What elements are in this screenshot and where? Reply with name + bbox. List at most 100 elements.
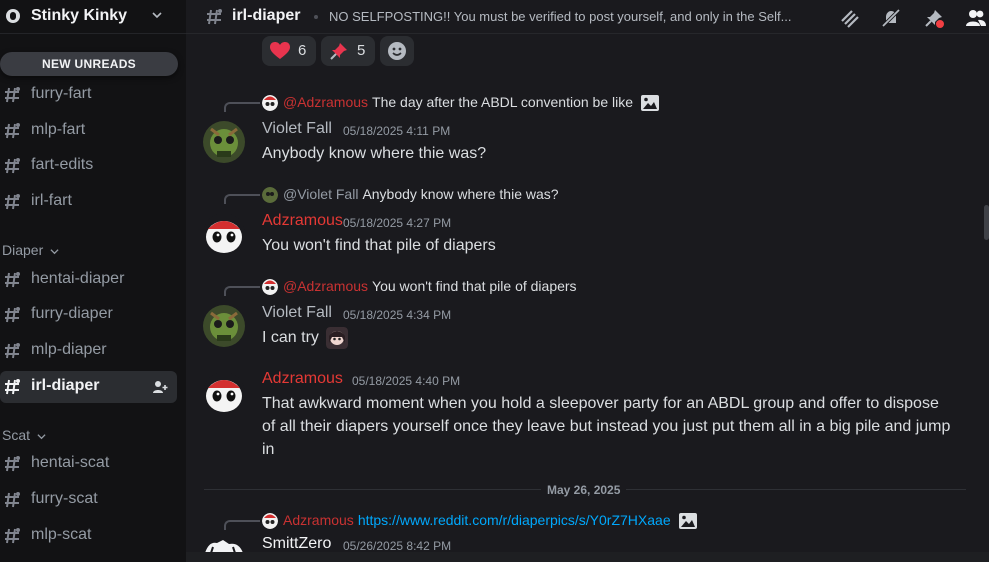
add-member-icon[interactable] — [152, 379, 168, 395]
channel-mlp-scat[interactable]: mlp-scat — [0, 520, 177, 552]
avatar — [262, 187, 278, 204]
hash-icon — [5, 492, 20, 508]
member-list-icon[interactable] — [965, 7, 987, 29]
reply-author[interactable]: @Adzramous — [283, 278, 368, 294]
mute-notifications-icon[interactable] — [880, 7, 902, 29]
channel-furry-diaper[interactable]: furry-diaper — [0, 299, 177, 331]
reply-author[interactable]: Adzramous — [283, 512, 354, 528]
category-label: Diaper — [2, 242, 44, 258]
category-scat[interactable]: Scat — [2, 427, 46, 443]
reply-preview[interactable]: @Adzramous You won't find that pile of di… — [262, 278, 577, 296]
channel-irl-diaper[interactable]: irl-diaper — [0, 371, 177, 403]
reply-connector — [224, 194, 260, 204]
pinned-messages-icon[interactable] — [923, 7, 945, 29]
reply-preview[interactable]: @Violet Fall Anybody know where thie was? — [262, 186, 559, 204]
horizontal-scroll-track — [186, 552, 989, 562]
reply-link[interactable]: https://www.reddit.com/r/diaperpics/s/Y0… — [358, 512, 671, 528]
hash-icon — [5, 272, 20, 288]
chevron-down-icon[interactable] — [152, 10, 162, 20]
message[interactable]: @Adzramous The day after the ABDL convent… — [186, 94, 976, 169]
message-timestamp: 05/18/2025 4:11 PM — [343, 124, 451, 138]
channel-mlp-fart[interactable]: mlp-fart — [0, 115, 177, 147]
channel-furry-scat[interactable]: furry-scat — [0, 484, 177, 516]
hash-icon — [5, 307, 20, 323]
server-header[interactable]: Stinky Kinky — [0, 0, 186, 34]
channel-label: irl-diaper — [31, 377, 100, 394]
message-author[interactable]: Adzramous — [262, 212, 343, 230]
reply-author[interactable]: @Adzramous — [283, 94, 368, 110]
category-diaper[interactable]: Diaper — [2, 242, 59, 258]
server-name: Stinky Kinky — [31, 7, 128, 24]
channel-title: irl-diaper — [232, 7, 301, 24]
hash-icon — [5, 456, 20, 472]
channel-label: fart-edits — [31, 156, 94, 173]
message-author[interactable]: Violet Fall — [262, 120, 332, 138]
reply-preview[interactable]: @Adzramous The day after the ABDL convent… — [262, 94, 659, 112]
message-content: You won't find that pile of diapers — [262, 237, 496, 254]
message-timestamp: 05/18/2025 4:27 PM — [343, 216, 452, 230]
channel-hentai-diaper[interactable]: hentai-diaper — [0, 264, 177, 296]
pushpin-icon — [330, 43, 347, 60]
channel-label: hentai-scat — [31, 454, 110, 471]
image-icon — [640, 95, 659, 112]
hash-icon — [5, 194, 20, 210]
message-timestamp: 05/18/2025 4:40 PM — [352, 374, 461, 388]
avatar[interactable] — [203, 121, 245, 163]
new-unreads-pill[interactable]: NEW UNREADS — [0, 52, 178, 76]
image-icon — [678, 513, 697, 530]
hash-icon — [5, 379, 20, 395]
message-content: That awkward moment when you hold a slee… — [262, 395, 951, 458]
reply-text: Anybody know where thie was? — [362, 186, 559, 202]
message-content: I can try — [262, 326, 962, 349]
channel-fart-edits[interactable]: fart-edits — [0, 150, 177, 182]
channel-label: furry-fart — [31, 85, 92, 102]
scrollbar-thumb[interactable] — [984, 205, 989, 240]
channel-furry-fart[interactable]: furry-fart — [0, 79, 177, 111]
channel-mlp-diaper[interactable]: mlp-diaper — [0, 335, 177, 367]
hash-icon — [5, 87, 20, 103]
message-author[interactable]: Adzramous — [262, 370, 343, 388]
message-timestamp: 05/26/2025 8:42 PM — [343, 539, 452, 553]
message-timestamp: 05/18/2025 4:34 PM — [343, 308, 452, 322]
date-divider-label: May 26, 2025 — [541, 483, 627, 497]
reply-author[interactable]: @Violet Fall — [283, 186, 358, 202]
channel-hentai-scat[interactable]: hentai-scat — [0, 448, 177, 480]
message-author[interactable]: Violet Fall — [262, 304, 332, 322]
add-reaction-button[interactable] — [380, 36, 414, 66]
channel-label: furry-diaper — [31, 305, 113, 322]
reaction-pushpin[interactable]: 5 — [321, 36, 375, 66]
message-author[interactable]: SmittZero — [262, 535, 331, 553]
channel-topic[interactable]: NO SELFPOSTING!! You must be verified to… — [329, 9, 824, 24]
message[interactable]: Adzramous 05/18/2025 4:40 PM That awkwar… — [186, 370, 976, 470]
category-label: Scat — [2, 427, 31, 443]
message-list[interactable]: 6 5 @Adzramous The day after the ABDL con… — [186, 34, 989, 562]
reply-connector — [224, 102, 260, 112]
hash-icon — [5, 158, 20, 174]
channel-label: mlp-fart — [31, 121, 86, 138]
channel-irl-fart[interactable]: irl-fart — [0, 186, 177, 218]
avatar[interactable] — [203, 538, 245, 552]
reply-text: You won't find that pile of diapers — [372, 278, 577, 294]
threads-icon[interactable] — [838, 7, 860, 29]
reaction-heart[interactable]: 6 — [262, 36, 316, 66]
reply-connector — [224, 286, 260, 296]
avatar — [262, 279, 278, 296]
hash-icon — [5, 123, 20, 139]
channel-label: hentai-diaper — [31, 270, 125, 287]
hash-icon — [5, 343, 20, 359]
smiley-icon — [388, 42, 406, 60]
message[interactable]: @Violet Fall Anybody know where thie was?… — [186, 186, 976, 261]
reaction-count: 6 — [298, 42, 307, 59]
avatar — [262, 95, 278, 112]
reply-preview[interactable]: Adzramous https://www.reddit.com/r/diaper… — [262, 512, 697, 530]
reply-connector — [224, 520, 260, 530]
message[interactable]: @Adzramous You won't find that pile of di… — [186, 278, 976, 353]
avatar[interactable] — [203, 213, 245, 255]
avatar[interactable] — [203, 305, 245, 347]
custom-emoji-icon[interactable] — [326, 326, 349, 349]
channel-label: mlp-scat — [31, 526, 92, 543]
hash-icon — [207, 9, 222, 25]
reaction-count: 5 — [357, 42, 366, 59]
channel-sidebar: Stinky Kinky NEW UNREADS furry-fart mlp-… — [0, 0, 186, 562]
avatar[interactable] — [203, 372, 245, 414]
